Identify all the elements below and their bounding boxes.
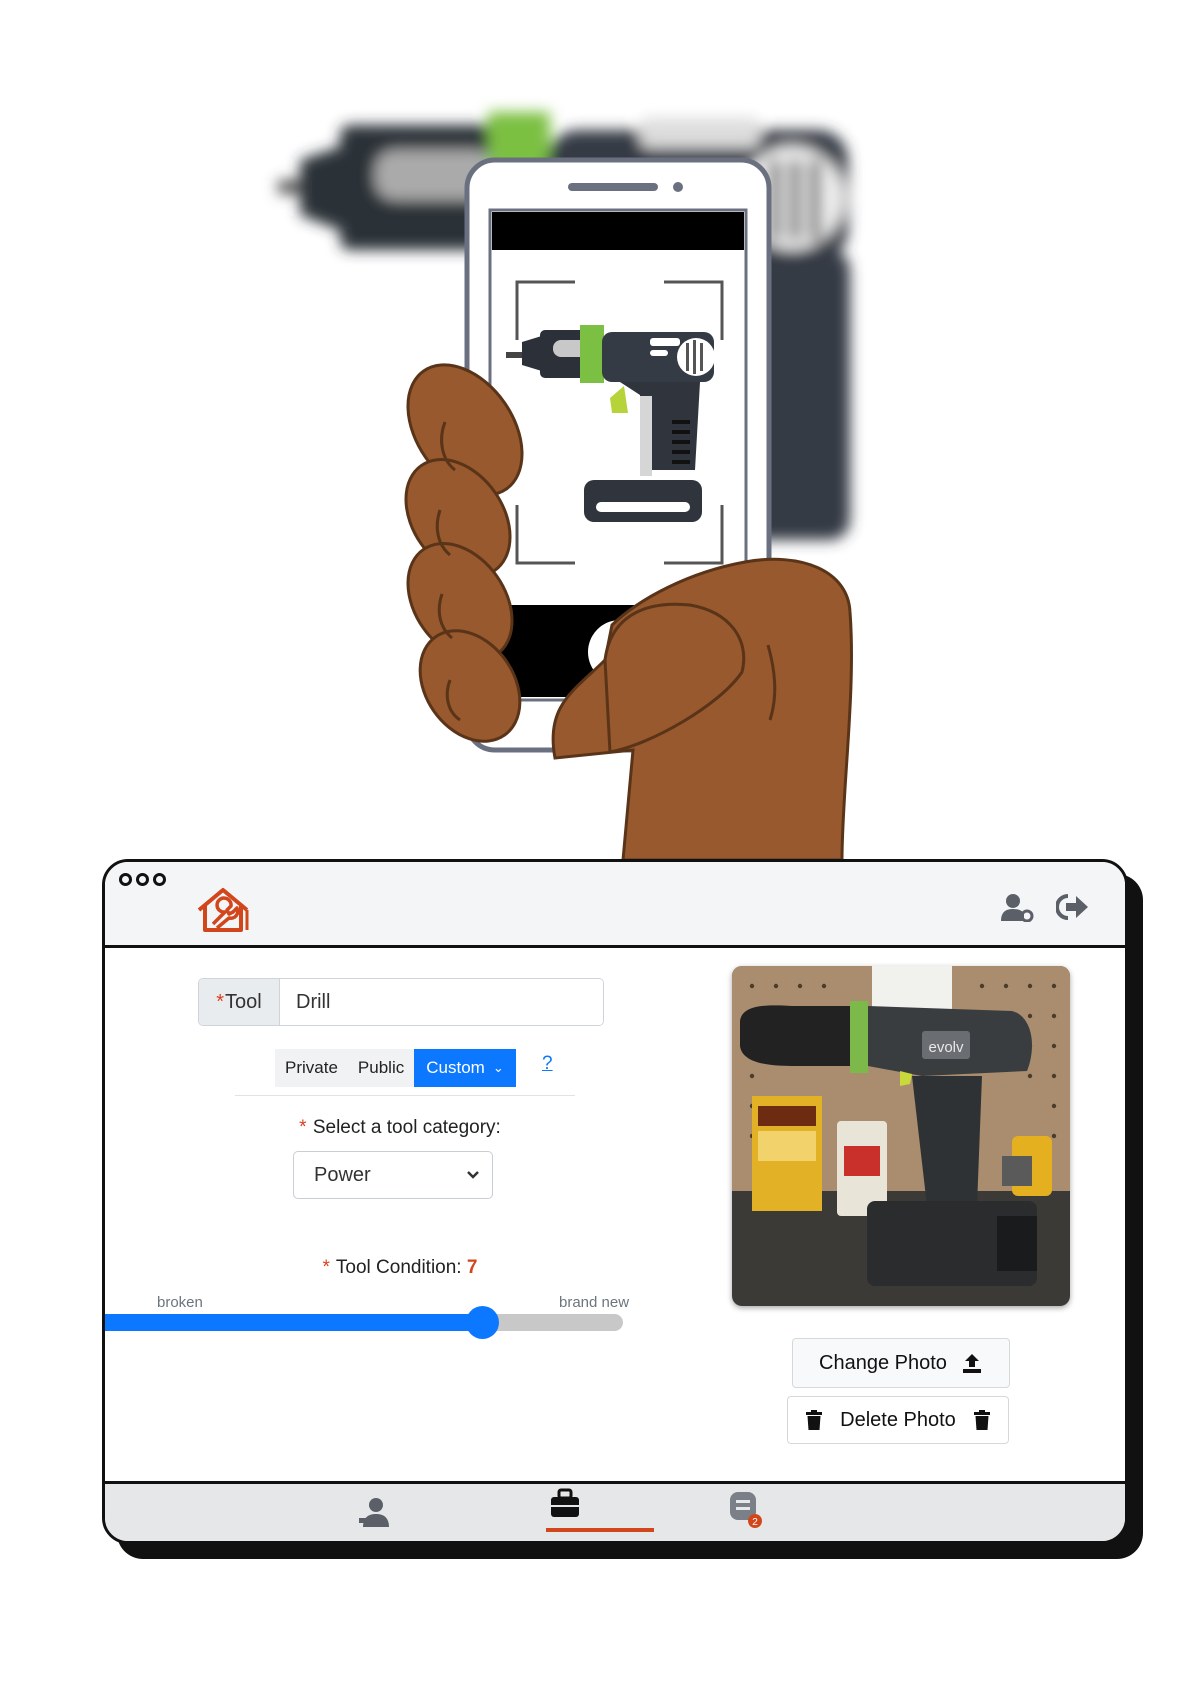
logout-icon[interactable] [1056,892,1090,922]
change-photo-label: Change Photo [819,1351,947,1374]
window-control-dot[interactable] [153,873,166,886]
condition-slider-fill [105,1314,483,1331]
tool-label-text: Tool [225,990,262,1013]
category-select[interactable]: Power [293,1151,493,1199]
profile-nav-icon[interactable] [359,1496,395,1528]
condition-slider-thumb[interactable] [466,1306,499,1339]
chevron-down-icon: ⌄ [492,1060,504,1075]
window-control-dot[interactable] [136,873,149,886]
window-controls [119,873,166,886]
window-control-dot[interactable] [119,873,132,886]
divider [235,1095,575,1096]
trash-icon [806,1410,823,1430]
condition-value: 7 [466,1257,478,1278]
category-label: * Select a tool category: [245,1117,555,1139]
user-settings-icon[interactable] [1000,892,1034,922]
house-wrench-logo-icon[interactable] [193,884,253,936]
tool-name-input[interactable] [280,979,603,1025]
delete-photo-label: Delete Photo [840,1408,956,1431]
trash-icon [973,1410,990,1430]
visibility-toggle: Private Public Custom ⌄ [275,1049,516,1087]
app-window: * Tool Private Public Custom ⌄ ? * Selec… [102,859,1128,1544]
app-header [105,862,1125,948]
required-mark: * [322,1257,330,1278]
upload-icon [962,1354,981,1373]
tool-label: * Tool [199,979,280,1025]
visibility-public-button[interactable]: Public [347,1049,415,1087]
condition-label: * Tool Condition: 7 [245,1257,555,1279]
bottom-nav: 2 [105,1481,1125,1541]
required-mark: * [216,990,225,1013]
tool-photo: evolv [732,966,1070,1306]
active-tab-indicator [546,1528,654,1532]
hero-illustration [278,112,853,860]
visibility-custom-label: Custom [426,1058,485,1077]
visibility-private-button[interactable]: Private [275,1049,348,1087]
delete-photo-button[interactable]: Delete Photo [787,1396,1009,1444]
required-mark: * [299,1117,307,1138]
brand-text: evolv [928,1039,964,1056]
condition-max-label: brand new [559,1294,630,1311]
visibility-custom-button[interactable]: Custom ⌄ [414,1049,516,1087]
chevron-down-icon [467,1171,479,1179]
condition-min-label: broken [157,1294,203,1311]
change-photo-button[interactable]: Change Photo [792,1338,1010,1388]
tool-name-group: * Tool [198,978,604,1026]
messages-nav-icon[interactable]: 2 [728,1490,768,1530]
category-selected-value: Power [314,1163,371,1186]
category-label-text: Select a tool category: [312,1117,501,1138]
messages-badge-count: 2 [752,1517,758,1528]
condition-label-text: Tool Condition: [335,1257,462,1278]
toolbox-nav-icon[interactable] [550,1488,580,1518]
visibility-help-link[interactable]: ? [542,1053,553,1075]
